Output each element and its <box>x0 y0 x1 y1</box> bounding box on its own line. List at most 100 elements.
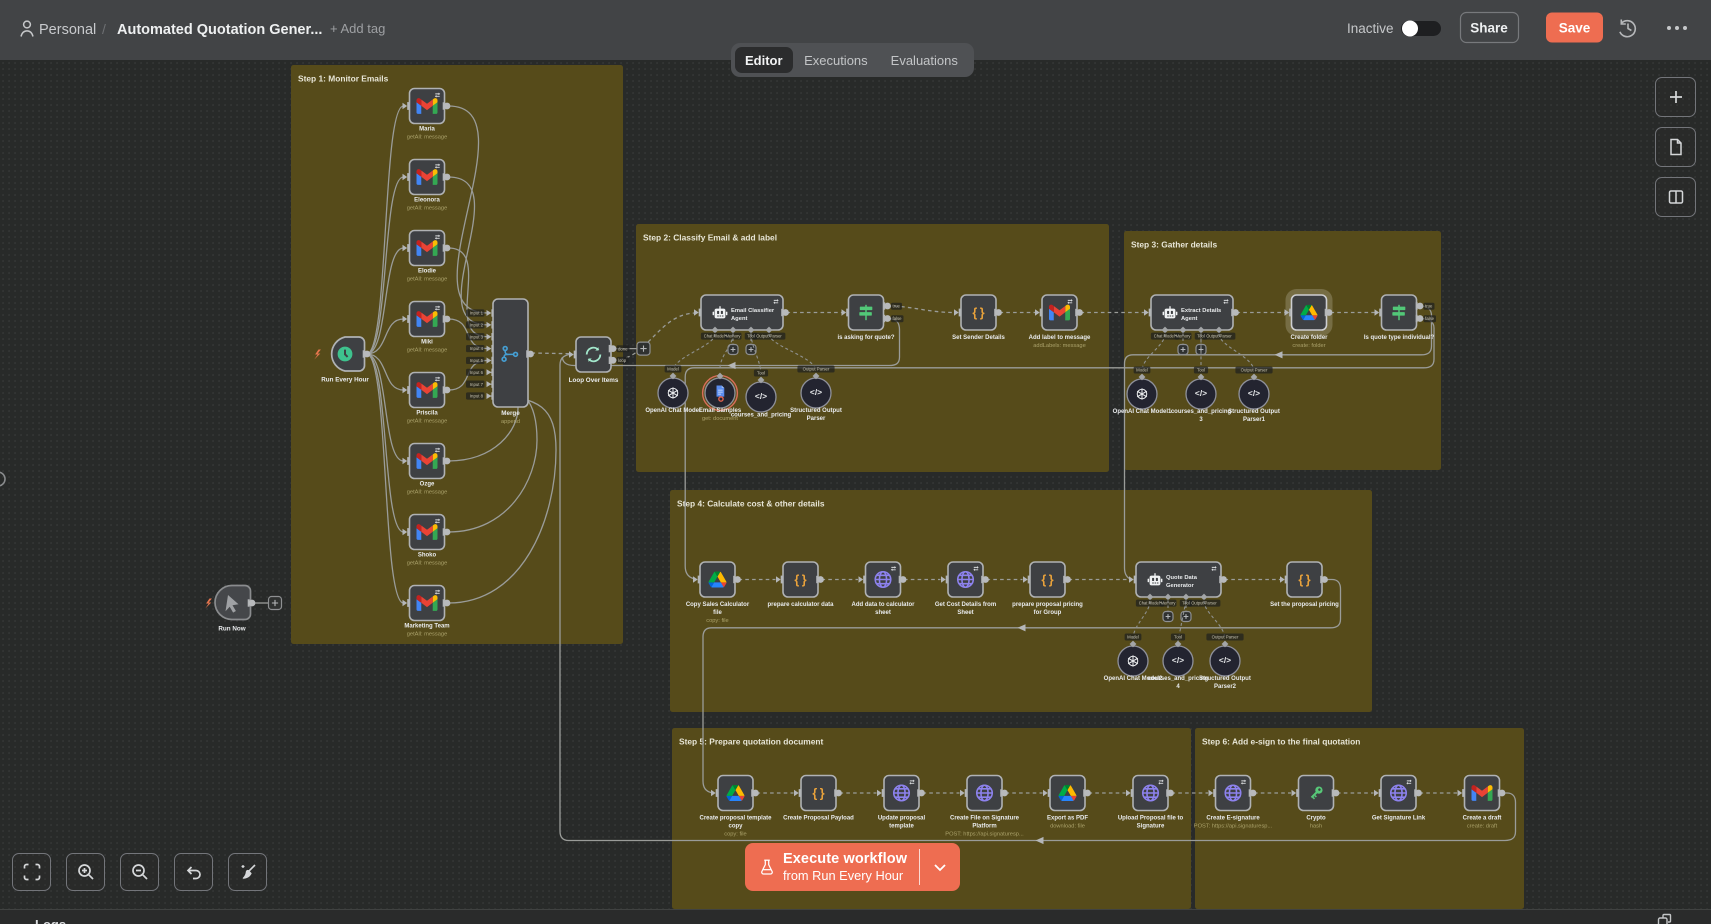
svg-text:OpenAI Chat Model1: OpenAI Chat Model1 <box>1113 409 1172 415</box>
svg-text:Add data to calculator: Add data to calculator <box>851 602 915 608</box>
svg-text:Miki: Miki <box>421 340 433 346</box>
svg-text:Extract Details: Extract Details <box>1181 308 1221 314</box>
svg-text:false: false <box>893 316 903 321</box>
svg-text:POST: https://api.signaturesp.: POST: https://api.signaturesp... <box>1194 824 1273 830</box>
svg-text:Create Proposal Payload: Create Proposal Payload <box>783 816 854 822</box>
svg-text:true: true <box>1425 304 1433 309</box>
svg-text:addLabels: message: addLabels: message <box>1033 343 1086 349</box>
svg-text:/: / <box>102 21 106 37</box>
svg-text:POST: https://api.signaturesp.: POST: https://api.signaturesp... <box>945 832 1024 838</box>
svg-text:Step 3: Gather details: Step 3: Gather details <box>1131 240 1217 250</box>
svg-text:getAll: message: getAll: message <box>407 135 447 141</box>
svg-text:Parser2: Parser2 <box>1214 684 1237 690</box>
svg-text:Share: Share <box>1470 21 1508 36</box>
svg-text:done: done <box>618 346 628 351</box>
svg-text:for Group: for Group <box>1034 610 1062 616</box>
svg-text:Run Now: Run Now <box>218 626 245 633</box>
svg-text:Generator: Generator <box>1166 583 1194 589</box>
svg-text:Input 6: Input 6 <box>470 370 484 375</box>
svg-text:Update proposal: Update proposal <box>878 816 926 822</box>
svg-text:Parser1: Parser1 <box>1243 417 1266 423</box>
svg-text:create: draft: create: draft <box>1467 824 1498 830</box>
svg-text:append: append <box>501 419 520 425</box>
svg-text:Parser: Parser <box>807 416 826 422</box>
svg-text:Marketing Team: Marketing Team <box>404 624 449 630</box>
svg-text:Run Every Hour: Run Every Hour <box>321 377 369 384</box>
svg-text:Email Classifier: Email Classifier <box>731 308 775 314</box>
svg-text:Tool: Tool <box>1197 368 1205 373</box>
svg-text:Shoko: Shoko <box>418 553 437 559</box>
svg-text:false: false <box>1425 316 1435 321</box>
svg-text:courses_and_pricing: courses_and_pricing <box>1171 409 1232 415</box>
svg-text:courses_and_pricing: courses_and_pricing <box>731 413 792 419</box>
svg-text:Agent: Agent <box>1181 316 1197 322</box>
svg-text:+ Add tag: + Add tag <box>330 21 385 36</box>
svg-text:Elodie: Elodie <box>418 269 437 275</box>
svg-text:Step 5: Prepare quotation docu: Step 5: Prepare quotation document <box>679 737 823 747</box>
svg-text:Input 1: Input 1 <box>470 311 484 316</box>
svg-text:Upload Proposal file to: Upload Proposal file to <box>1118 816 1184 822</box>
svg-text:hash: hash <box>1310 824 1322 830</box>
svg-text:download: file: download: file <box>1050 824 1085 830</box>
svg-text:Structured Output: Structured Output <box>790 408 842 414</box>
svg-text:Create E-signature: Create E-signature <box>1206 816 1260 822</box>
svg-text:create: folder: create: folder <box>1292 343 1325 349</box>
svg-text:Create folder: Create folder <box>1290 335 1328 341</box>
svg-text:Input 4: Input 4 <box>470 346 484 351</box>
svg-text:Step 4: Calculate cost & other: Step 4: Calculate cost & other details <box>677 499 825 509</box>
svg-text:getAll: message: getAll: message <box>407 419 447 425</box>
svg-text:Step 6: Add e-sign to the fina: Step 6: Add e-sign to the final quotatio… <box>1202 737 1360 747</box>
svg-text:getAll: message: getAll: message <box>407 206 447 212</box>
svg-text:Tool: Tool <box>1174 635 1182 640</box>
svg-text:getAll: message: getAll: message <box>407 490 447 496</box>
svg-text:Structured Output: Structured Output <box>1199 676 1251 682</box>
svg-text:true: true <box>893 304 901 309</box>
svg-text:OpenAI Chat Model: OpenAI Chat Model <box>645 408 701 414</box>
svg-text:Output Parser: Output Parser <box>803 367 830 372</box>
svg-text:Get Signature Link: Get Signature Link <box>1372 816 1426 822</box>
svg-text:Save: Save <box>1559 21 1591 36</box>
svg-text:is asking for quote?: is asking for quote? <box>837 335 894 341</box>
svg-text:Step 1: Monitor Emails: Step 1: Monitor Emails <box>298 74 389 84</box>
svg-text:Create File on Signature: Create File on Signature <box>950 816 1020 822</box>
svg-text:Model: Model <box>1136 368 1148 373</box>
svg-text:Model: Model <box>667 367 679 372</box>
svg-text:Ozge: Ozge <box>420 482 435 488</box>
svg-text:Priscila: Priscila <box>416 411 438 417</box>
svg-text:copy: copy <box>728 824 743 830</box>
svg-text:Output Parser: Output Parser <box>1212 635 1239 640</box>
svg-text:Automated Quotation Gener...: Automated Quotation Gener... <box>117 22 322 38</box>
svg-text:Maria: Maria <box>419 127 435 133</box>
svg-text:Input 5: Input 5 <box>470 358 484 363</box>
svg-text:Input 2: Input 2 <box>470 322 484 327</box>
svg-text:Platform: Platform <box>972 824 996 830</box>
svg-text:Structured Output: Structured Output <box>1228 409 1280 415</box>
svg-text:Loop Over Items: Loop Over Items <box>569 377 619 384</box>
svg-text:Create a draft: Create a draft <box>1463 816 1502 822</box>
svg-text:Merge: Merge <box>501 410 520 417</box>
svg-text:copy: file: copy: file <box>724 832 746 838</box>
svg-text:copy: file: copy: file <box>706 618 728 624</box>
svg-text:Copy Sales Calculator: Copy Sales Calculator <box>686 602 750 608</box>
svg-text:Input 7: Input 7 <box>470 382 484 387</box>
svg-text:Create proposal template: Create proposal template <box>699 816 772 822</box>
svg-text:getAll: message: getAll: message <box>407 277 447 283</box>
svg-text:loop: loop <box>618 358 627 363</box>
svg-text:Step 2: Classify Email & add l: Step 2: Classify Email & add label <box>643 233 777 243</box>
svg-text:Quote Data: Quote Data <box>1166 575 1198 581</box>
svg-text:Set Sender Details: Set Sender Details <box>952 335 1005 341</box>
svg-text:prepare calculator data: prepare calculator data <box>767 602 834 608</box>
svg-text:Eleonora: Eleonora <box>414 198 440 204</box>
svg-text:Crypto: Crypto <box>1306 816 1326 822</box>
svg-text:Model: Model <box>1127 635 1139 640</box>
svg-text:Sheet: Sheet <box>957 610 973 616</box>
svg-text:Add label to message: Add label to message <box>1029 335 1091 341</box>
svg-text:template: template <box>889 824 914 830</box>
svg-text:prepare proposal pricing: prepare proposal pricing <box>1012 602 1083 608</box>
svg-text:Agent: Agent <box>731 316 747 322</box>
svg-text:getAll: message: getAll: message <box>407 632 447 638</box>
svg-text:Personal: Personal <box>39 22 96 38</box>
svg-text:getAll: message: getAll: message <box>407 561 447 567</box>
svg-text:Output Parser: Output Parser <box>1241 368 1268 373</box>
svg-text:Get Cost Details from: Get Cost Details from <box>935 602 996 608</box>
